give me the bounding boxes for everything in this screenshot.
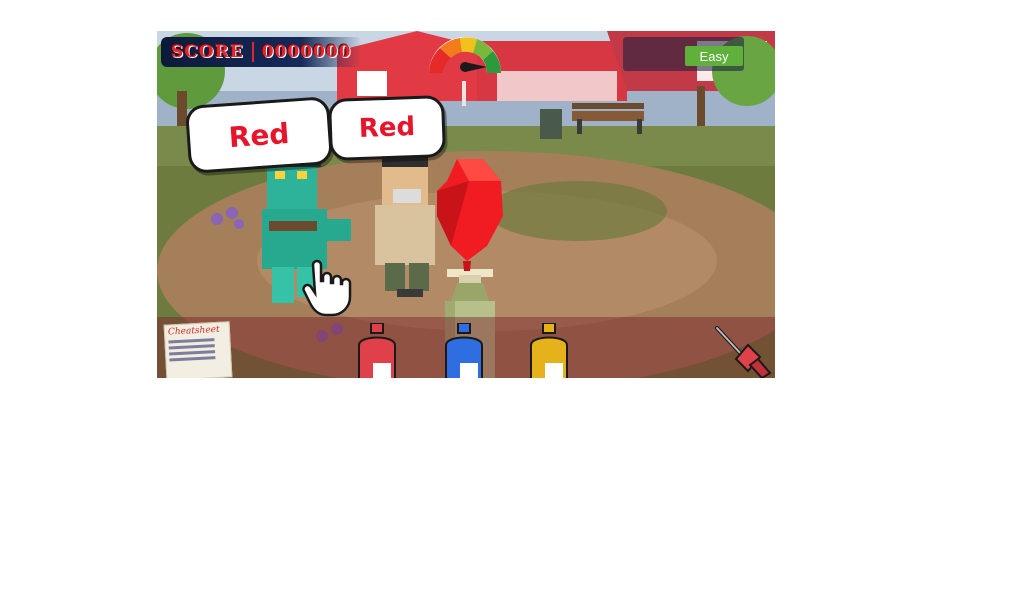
cheatsheet-card[interactable]: Cheatsheet	[163, 321, 233, 378]
score-divider	[251, 42, 254, 62]
score-display: SCORE 0000000	[161, 37, 362, 67]
score-label: SCORE	[171, 42, 244, 62]
game-viewport[interactable]: SCORE 0000000 Easy Red Red Cheatsheet	[157, 31, 775, 378]
pin-icon[interactable]	[712, 323, 772, 378]
speech-bubble-old-man: Red	[327, 94, 447, 162]
cheatsheet-title: Cheatsheet	[167, 324, 220, 338]
cheatsheet-lines	[168, 337, 227, 362]
difficulty-panel: Easy	[623, 37, 744, 71]
difficulty-button[interactable]: Easy	[685, 46, 743, 66]
red-paint-can[interactable]	[355, 323, 399, 378]
score-value: 0000000	[261, 42, 352, 62]
yellow-paint-can[interactable]	[527, 323, 571, 378]
blue-paint-can[interactable]	[442, 323, 486, 378]
speech-bubble-orc: Red	[184, 96, 334, 174]
